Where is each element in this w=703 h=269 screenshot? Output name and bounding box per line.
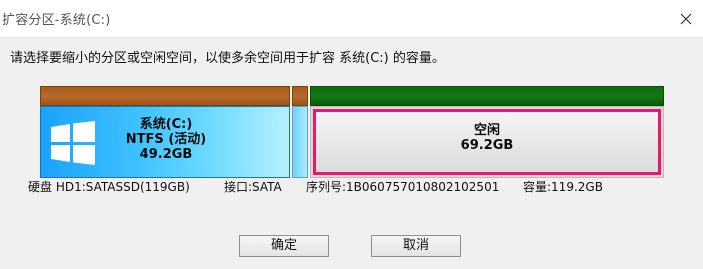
partition-small[interactable] [292,86,308,178]
title-bar: 扩容分区-系统(C:) [0,0,703,38]
partition-system-size: 49.2GB [139,147,193,162]
partition-system-bar [40,86,290,106]
disk-name: 硬盘 HD1:SATASSD(119GB) [28,180,190,194]
partition-system-name: 系统(C:) [139,117,193,132]
free-space-bar [310,86,664,106]
free-space-labels: 空闲 69.2GB [316,123,658,153]
disk-map: 系统(C:) NTFS (活动) 49.2GB 空闲 69.2GB [40,86,664,178]
close-icon [680,13,692,24]
partition-free-space[interactable]: 空闲 69.2GB [310,86,664,178]
disk-serial: 序列号:1B060757010802102501 [306,180,500,194]
partition-system-labels: 系统(C:) NTFS (活动) 49.2GB [101,117,231,162]
free-space-selected[interactable]: 空闲 69.2GB [313,109,661,175]
partition-small-body[interactable] [292,106,308,178]
disk-info: 硬盘 HD1:SATASSD(119GB) 接口:SATA 序列号:1B060757… [28,178,603,195]
window-title: 扩容分区-系统(C:) [2,13,111,28]
free-space-body[interactable]: 空闲 69.2GB [310,106,664,178]
close-button[interactable] [669,0,703,37]
partition-small-bar [292,86,308,106]
instruction-text: 请选择要缩小的分区或空闲空间，以使多余空间用于扩容 系统(C:) 的容量。 [10,51,445,66]
free-space-size: 69.2GB [460,138,514,153]
cancel-button[interactable]: 取消 [371,235,461,257]
windows-logo-icon [51,121,95,165]
dialog-body: 请选择要缩小的分区或空闲空间，以使多余空间用于扩容 系统(C:) 的容量。 系统… [0,38,703,269]
free-space-name: 空闲 [473,123,500,138]
partition-system-body[interactable]: 系统(C:) NTFS (活动) 49.2GB [40,106,290,178]
partition-system[interactable]: 系统(C:) NTFS (活动) 49.2GB [40,86,290,178]
ok-button[interactable]: 确定 [239,235,329,257]
disk-interface: 接口:SATA [224,180,282,194]
partition-system-fs: NTFS (活动) [125,132,207,147]
disk-capacity: 容量:119.2GB [523,180,603,194]
